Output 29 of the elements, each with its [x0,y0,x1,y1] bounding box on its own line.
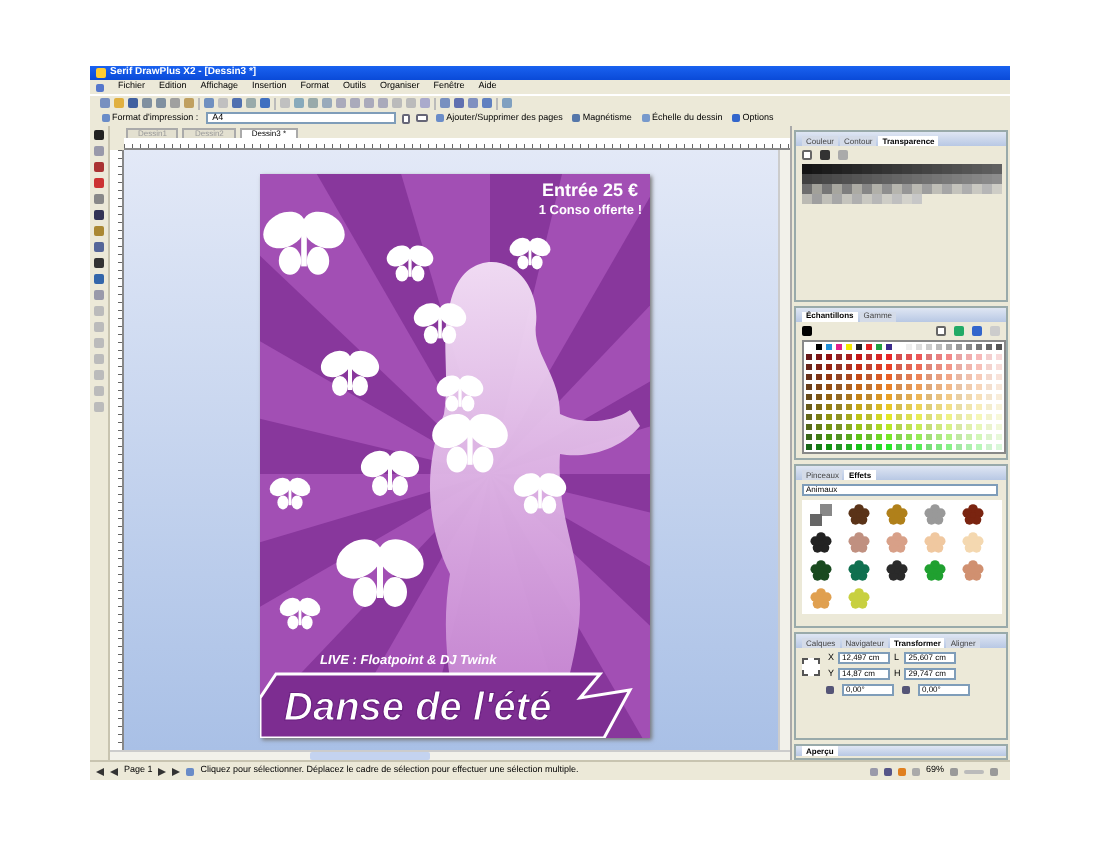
horizontal-scrollbar[interactable] [110,750,790,760]
document-icon [96,83,104,91]
app-icon [96,68,106,78]
toolbar-icon [641,114,650,122]
toolbar-icon [732,114,741,122]
transparency-mode-icon[interactable] [802,150,812,160]
pattern-icon[interactable] [838,150,848,160]
vertical-scrollbar[interactable] [778,150,790,750]
flower-icon[interactable] [848,504,870,527]
anchor-point-icon[interactable] [802,657,820,676]
flower-icon[interactable] [810,532,832,555]
flower-icon[interactable] [886,560,908,583]
gradient-icon[interactable] [820,150,830,160]
first-page-icon[interactable] [96,767,104,775]
toolbar-icon [572,114,581,122]
next-page-icon[interactable] [158,767,167,775]
price-text: Entrée 25 € [541,182,638,200]
previous-page-icon[interactable] [110,767,118,775]
flower-icon[interactable] [962,504,984,527]
color-swatch-grid[interactable] [802,339,1006,454]
last-page-icon[interactable] [172,767,181,775]
flower-icon[interactable] [810,560,832,583]
page-icon [102,114,110,122]
pages-icon[interactable] [416,114,429,122]
flower-icon[interactable] [848,560,870,583]
checker-icon[interactable] [810,504,832,527]
poster-title: Danse de l'été [284,688,552,728]
page-icon[interactable] [402,113,411,123]
fill-stroke-icon[interactable] [802,325,812,336]
